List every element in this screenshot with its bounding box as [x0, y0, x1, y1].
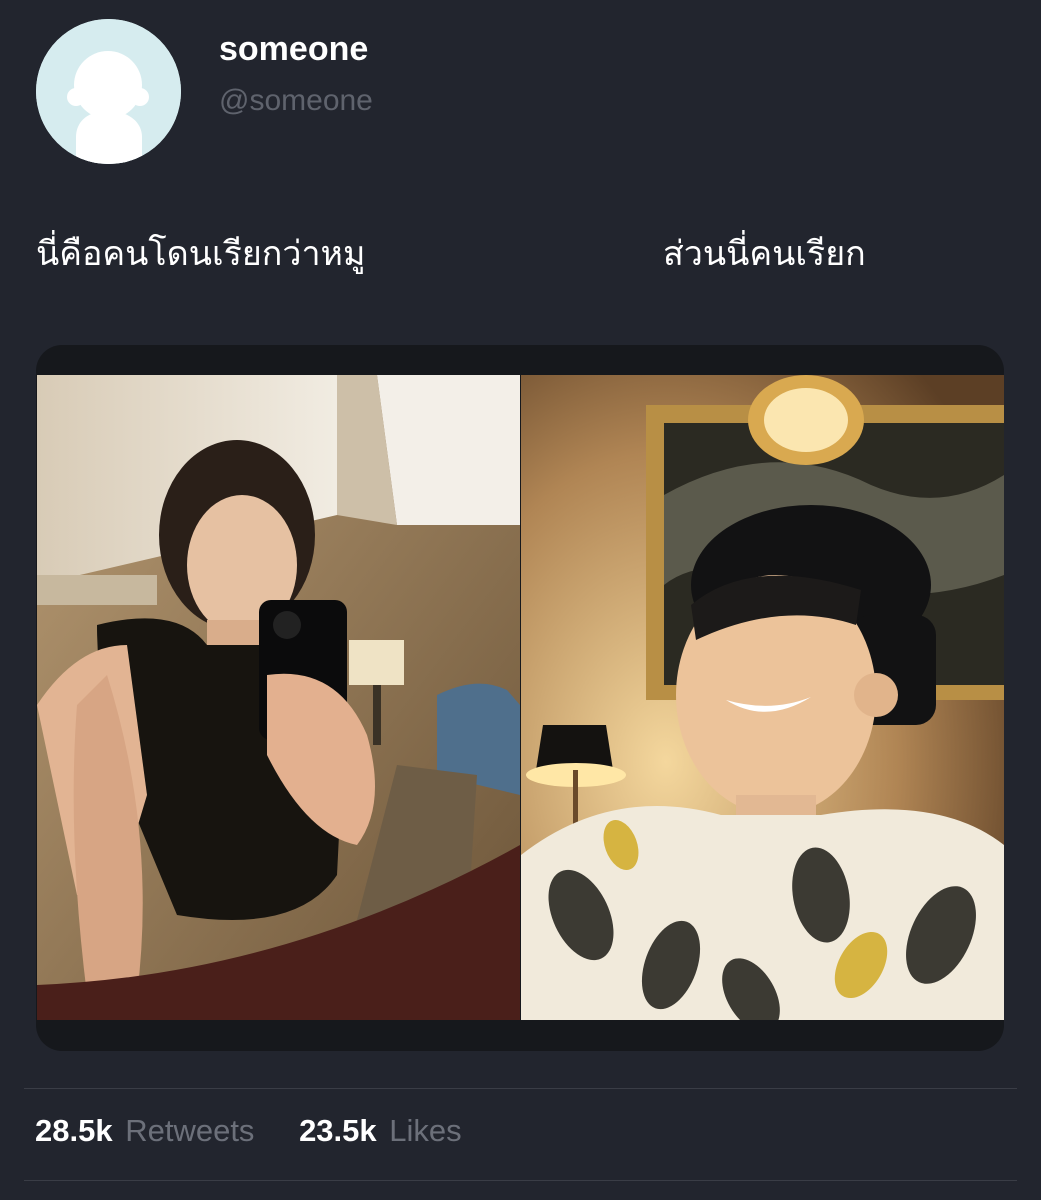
likes-stat[interactable]: 23.5k Likes [299, 1113, 462, 1149]
likes-label: Likes [389, 1113, 462, 1148]
mirror-selfie-image [37, 375, 520, 1020]
avatar[interactable] [36, 19, 181, 164]
default-avatar-icon [36, 19, 181, 164]
divider-bottom [24, 1180, 1017, 1181]
photo-smiling-man-cap[interactable] [521, 375, 1004, 1020]
tweet-text-right: ส่วนนี่คนเรียก [663, 234, 866, 274]
divider-top [24, 1088, 1017, 1089]
photo-mirror-selfie[interactable] [37, 375, 520, 1020]
smiling-man-image [521, 375, 1004, 1020]
user-handle[interactable]: @someone [219, 84, 373, 118]
media-card[interactable] [36, 345, 1004, 1051]
display-name[interactable]: someone [219, 30, 368, 69]
tweet-text-left: นี่คือคนโดนเรียกว่าหมู [36, 234, 366, 274]
engagement-stats: 28.5k Retweets 23.5k Likes [35, 1113, 498, 1149]
tweet-screen: someone @someone นี่คือคนโดนเรียกว่าหมู … [0, 0, 1041, 1200]
retweets-label: Retweets [125, 1113, 255, 1148]
likes-count: 23.5k [299, 1113, 377, 1148]
retweets-count: 28.5k [35, 1113, 113, 1148]
retweets-stat[interactable]: 28.5k Retweets [35, 1113, 254, 1149]
